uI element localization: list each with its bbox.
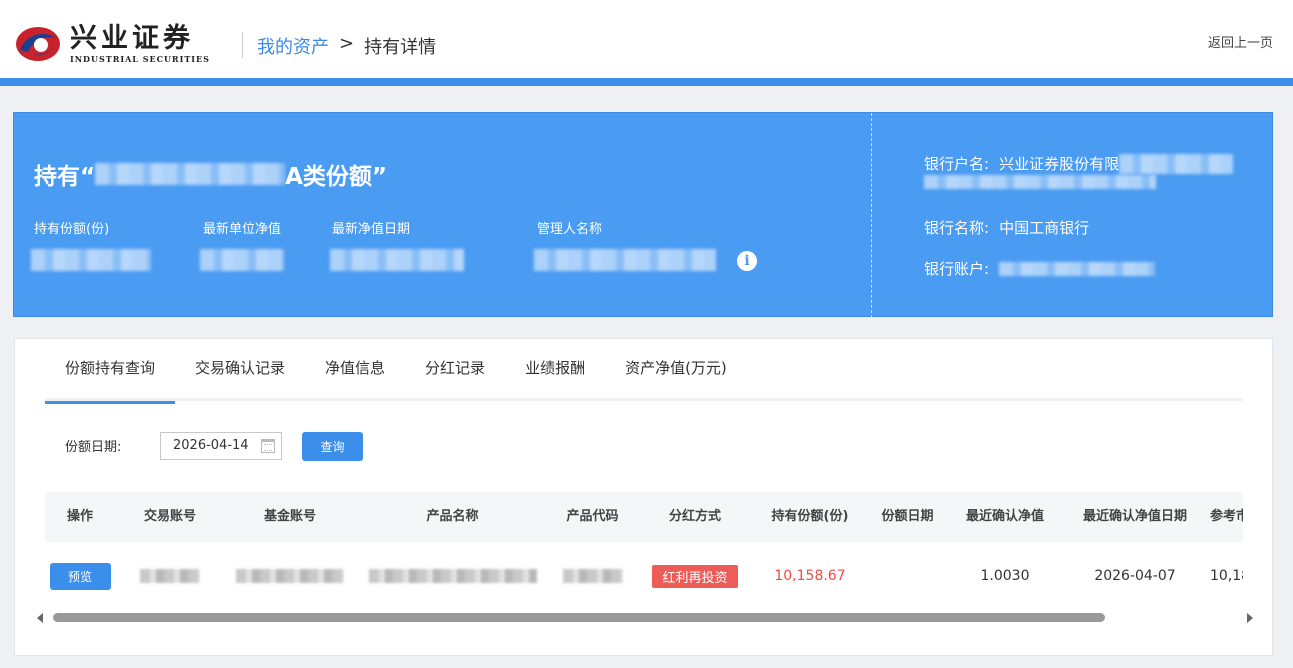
redacted-bank-account-name-line2 [924, 175, 1156, 189]
holding-summary-card: 持有“ A类份额” 持有份额(份) 最新单位净值 最新净值日期 管理人名称 i … [13, 112, 1273, 318]
bank-name-label: 银行名称: [924, 219, 990, 237]
tab-nav-info[interactable]: 净值信息 [305, 339, 405, 401]
nav-date-label: 最新净值日期 [332, 222, 411, 237]
holdings-table: 操作 交易账号 基金账号 产品名称 产品代码 分红方式 持有份额(份) 份额日期… [45, 492, 1243, 610]
col-reference-market-value: 参考市 [1210, 509, 1243, 524]
shares-cell: 10,158.67 [774, 568, 846, 584]
query-button[interactable]: 查询 [302, 432, 363, 461]
col-shares: 持有份额(份) [771, 509, 849, 524]
info-icon[interactable]: i [737, 251, 757, 271]
tab-bar: 份额持有查询 交易确认记录 净值信息 分红记录 业绩报酬 资产净值(万元) [45, 339, 1243, 404]
redacted-bank-account-name [1119, 153, 1234, 174]
hero-dashed-divider [871, 113, 872, 318]
top-header: 兴业证券 INDUSTRIAL SECURITIES 我的资产 > 持有详情 返… [0, 0, 1293, 78]
col-share-date: 份额日期 [881, 509, 934, 524]
tab-net-asset-value[interactable]: 资产净值(万元) [605, 339, 747, 401]
breadcrumb-current: 持有详情 [364, 37, 437, 58]
scroll-left-icon[interactable] [37, 613, 43, 623]
logo-mark-icon [16, 27, 60, 61]
breadcrumb-divider [242, 32, 243, 58]
redacted-trade-account [140, 569, 200, 583]
redacted-bank-account-number [999, 261, 1156, 276]
preview-button[interactable]: 预览 [49, 562, 111, 590]
share-date-value: 2026-04-14 [173, 438, 249, 453]
logo-english-name: INDUSTRIAL SECURITIES [70, 54, 210, 64]
col-action: 操作 [66, 509, 93, 524]
tab-dividend-records[interactable]: 分红记录 [405, 339, 505, 401]
redacted-nav-value [200, 249, 284, 271]
tab-performance-fee[interactable]: 业绩报酬 [505, 339, 605, 401]
bank-name-value: 中国工商银行 [999, 219, 1090, 237]
tab-transaction-confirmations[interactable]: 交易确认记录 [175, 339, 305, 401]
manager-label: 管理人名称 [537, 222, 603, 237]
breadcrumb-my-assets-link[interactable]: 我的资产 [257, 33, 329, 59]
bank-account-name-row: 银行户名: 兴业证券股份有限 [924, 153, 1234, 174]
bank-account-name-label: 银行户名: [924, 155, 990, 173]
calendar-icon[interactable] [261, 439, 275, 453]
col-confirmed-nav: 最近确认净值 [965, 509, 1044, 524]
bank-account-label: 银行账户: [924, 260, 990, 278]
col-trade-account: 交易账号 [143, 509, 196, 524]
scroll-right-icon[interactable] [1247, 613, 1253, 623]
product-code-cell [550, 542, 635, 610]
action-cell: 预览 [45, 542, 115, 610]
product-name-cell [365, 542, 540, 610]
table-row: 预览 红利再投资 10,158.67 1.0030 2026-04-07 10,… [45, 542, 1243, 610]
holdings-panel: 份额持有查询 交易确认记录 净值信息 分红记录 业绩报酬 资产净值(万元) 份额… [14, 338, 1273, 656]
redacted-product-name [95, 163, 286, 185]
back-link[interactable]: 返回上一页 [1208, 32, 1273, 51]
logo-chinese-name: 兴业证券 [70, 23, 194, 54]
col-confirmed-nav-date: 最近确认净值日期 [1082, 509, 1187, 524]
col-fund-account: 基金账号 [263, 509, 316, 524]
redacted-product-code [562, 569, 623, 583]
dividend-method-badge: 红利再投资 [652, 564, 738, 588]
share-date-label: 份额日期: [65, 440, 122, 455]
holding-title-prefix: 持有“ [34, 164, 96, 190]
col-dividend-method: 分红方式 [668, 509, 721, 524]
tab-share-holding-query[interactable]: 份额持有查询 [45, 339, 176, 404]
scrollbar-thumb[interactable] [53, 613, 1105, 622]
breadcrumb-separator: > [339, 33, 355, 54]
shares-label: 持有份额(份) [34, 222, 110, 237]
redacted-nav-date-value [330, 249, 464, 271]
redacted-product-name-cell [368, 569, 537, 583]
bank-account-row: 银行账户: [924, 258, 1156, 279]
company-logo[interactable]: 兴业证券 INDUSTRIAL SECURITIES [14, 24, 210, 64]
share-date-input[interactable]: 2026-04-14 [160, 432, 282, 460]
col-product-code: 产品代码 [566, 509, 619, 524]
horizontal-scrollbar[interactable] [37, 609, 1253, 627]
trade-account-cell [125, 542, 215, 610]
table-header: 操作 交易账号 基金账号 产品名称 产品代码 分红方式 持有份额(份) 份额日期… [45, 492, 1243, 542]
col-product-name: 产品名称 [426, 509, 479, 524]
confirmed-nav-date-cell: 2026-04-07 [1094, 568, 1176, 584]
redacted-manager-value [534, 249, 716, 271]
header-accent-strip [0, 78, 1293, 86]
bank-account-name-value: 兴业证券股份有限 [999, 155, 1120, 173]
redacted-fund-account [236, 569, 344, 583]
nav-label: 最新单位净值 [203, 222, 282, 237]
share-date-cell [870, 542, 945, 610]
holding-title-suffix: A类份额” [285, 164, 388, 190]
confirmed-nav-cell: 1.0030 [980, 568, 1030, 584]
dividend-method-cell: 红利再投资 [645, 542, 745, 610]
bank-name-row: 银行名称: 中国工商银行 [924, 217, 1089, 238]
holding-title: 持有“ A类份额” [34, 157, 387, 191]
reference-market-value-cell: 10,18 [1210, 568, 1243, 584]
breadcrumb: 我的资产 > 持有详情 [257, 33, 436, 59]
fund-account-cell [230, 542, 350, 610]
redacted-shares-value [31, 249, 151, 271]
